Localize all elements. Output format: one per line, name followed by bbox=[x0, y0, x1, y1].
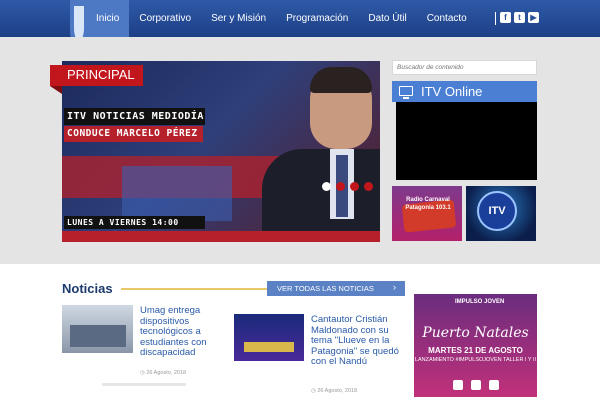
itv-online-title: ITV Online bbox=[421, 84, 483, 99]
nav-item-contacto[interactable]: Contacto bbox=[417, 0, 477, 37]
clock-icon: ◷ bbox=[140, 370, 145, 376]
anchor-hair bbox=[310, 67, 372, 93]
slider-dot[interactable] bbox=[322, 182, 331, 191]
chevron-right-icon: › bbox=[393, 282, 396, 292]
clock-icon: ◷ bbox=[311, 388, 316, 394]
sponsor-logo bbox=[470, 380, 481, 390]
slider-dot[interactable] bbox=[350, 182, 359, 191]
itv-logo-circle: ITV bbox=[477, 191, 517, 231]
news-date-text: 26 Agosto, 2018 bbox=[317, 388, 358, 394]
news-image-scene bbox=[70, 325, 126, 347]
news-date-text: 26 Agosto, 2018 bbox=[146, 370, 187, 376]
ad-brand: IMPULSO JOVEN bbox=[455, 299, 505, 305]
news-headline[interactable]: Umag entrega dispositivos tecnológicos a… bbox=[140, 305, 220, 359]
hero-slider[interactable] bbox=[62, 61, 380, 242]
tv-icon bbox=[399, 86, 413, 96]
hero-caption-schedule: LUNES A VIERNES 14:00 HRS. bbox=[64, 216, 205, 240]
search-input[interactable] bbox=[392, 60, 537, 75]
ad-city: Puerto Natales bbox=[422, 325, 529, 341]
news-headline[interactable]: Cantautor Cristián Maldonado con su tema… bbox=[311, 314, 401, 368]
principal-badge-label: PRINCIPAL bbox=[67, 67, 135, 82]
news-section-title: Noticias bbox=[62, 281, 113, 296]
slider-dots bbox=[322, 182, 373, 191]
hero-caption-host: CONDUCE MARCELO PÉREZ bbox=[64, 126, 203, 142]
view-all-news-button[interactable]: VER TODAS LAS NOTICIAS › bbox=[267, 281, 405, 296]
slider-dot[interactable] bbox=[364, 182, 373, 191]
slider-dot[interactable] bbox=[336, 182, 345, 191]
nav-item-corporativo[interactable]: Corporativo bbox=[129, 0, 201, 37]
live-video-player[interactable] bbox=[396, 102, 537, 180]
social-links: f t ▶ bbox=[495, 12, 539, 25]
anchor-suit bbox=[262, 149, 380, 242]
news-title-divider bbox=[121, 288, 268, 290]
sponsor-logo bbox=[452, 380, 463, 390]
nav-item-programacion[interactable]: Programación bbox=[276, 0, 358, 37]
news-date: ◷ 26 Agosto, 2018 bbox=[140, 370, 186, 376]
hero-bottom-bar bbox=[62, 231, 380, 242]
hero-caption-title: ITV NOTICIAS MEDIODÍA bbox=[64, 108, 205, 125]
sponsor-logo bbox=[488, 380, 499, 390]
radio-logo-text: Radio Carnaval Patagonia 103.1 bbox=[405, 197, 451, 211]
badge-fold bbox=[50, 86, 62, 94]
ad-sponsor-logos bbox=[414, 380, 537, 395]
news-divider bbox=[102, 383, 186, 386]
news-image-scene bbox=[244, 342, 294, 352]
ad-date: MARTES 21 DE AGOSTO bbox=[428, 346, 523, 355]
ad-subtitle: LANZAMIENTO #IMPULSOJOVEN TALLER I Y II bbox=[414, 357, 537, 363]
news-image[interactable] bbox=[62, 305, 133, 353]
news-date: ◷ 26 Agosto, 2018 bbox=[311, 388, 357, 394]
nav-item-inicio[interactable]: Inicio bbox=[86, 0, 130, 37]
tv-stand-icon bbox=[403, 97, 409, 99]
facebook-icon[interactable]: f bbox=[500, 12, 511, 23]
youtube-icon[interactable]: ▶ bbox=[528, 12, 539, 23]
main-nav: Inicio Corporativo Ser y Misión Programa… bbox=[86, 0, 477, 37]
studio-screen bbox=[122, 166, 232, 221]
nav-item-ser-y-mision[interactable]: Ser y Misión bbox=[201, 0, 276, 37]
news-image[interactable] bbox=[234, 314, 304, 361]
nav-item-dato-util[interactable]: Dato Útil bbox=[358, 0, 416, 37]
view-all-news-label: VER TODAS LAS NOTICIAS bbox=[277, 284, 374, 293]
twitter-icon[interactable]: t bbox=[514, 12, 525, 23]
